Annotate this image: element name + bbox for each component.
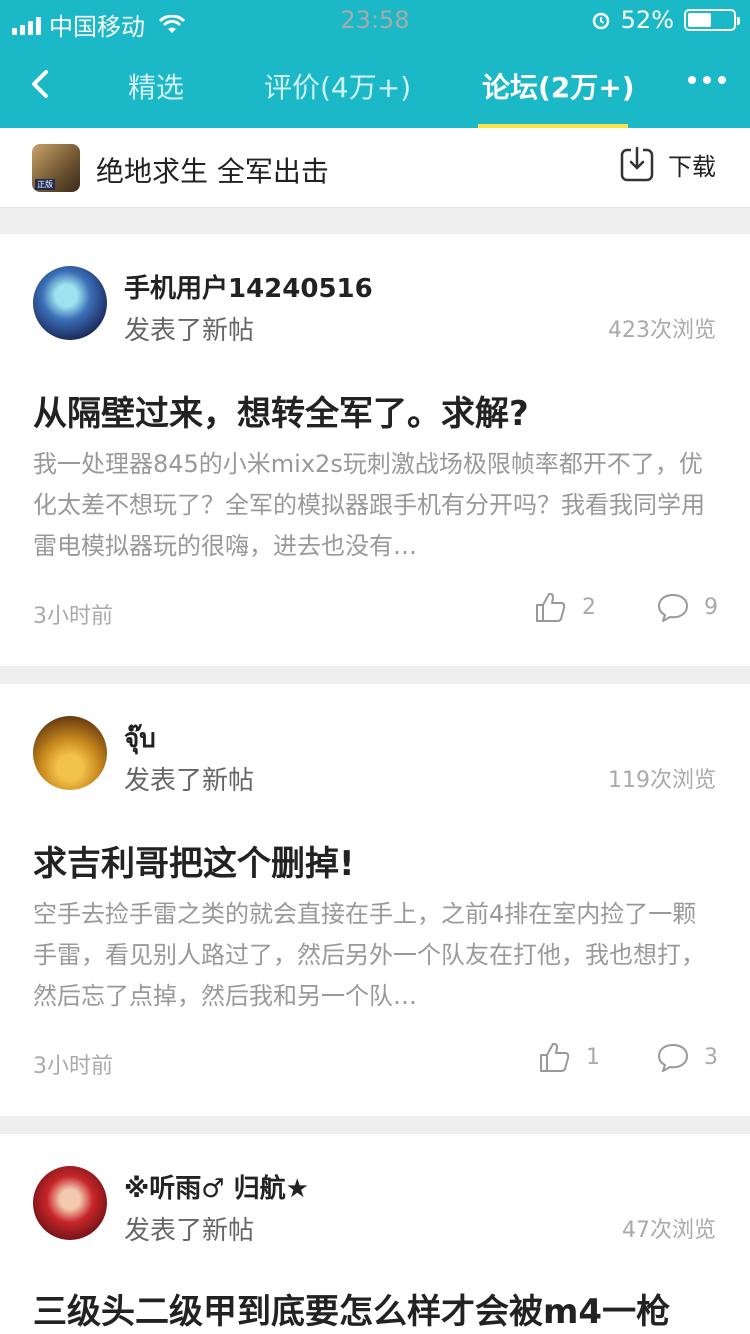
tab-featured[interactable]: 精选 bbox=[128, 66, 184, 106]
thumbs-up-icon bbox=[540, 1042, 570, 1072]
post-excerpt[interactable]: 空手去捡手雷之类的就会直接在手上，之前4排在室内捡了一颗手雷，看见别人路过了，然… bbox=[33, 894, 717, 1017]
post-card[interactable]: จุ๊บ 发表了新帖 119次浏览 求吉利哥把这个删掉! 空手去捡手雷之类的就会… bbox=[0, 684, 750, 1116]
view-count: 47次浏览 bbox=[622, 1218, 716, 1243]
comment-button[interactable]: 9 bbox=[656, 590, 718, 624]
post-title[interactable]: 求吉利哥把这个删掉! bbox=[33, 836, 355, 885]
post-excerpt[interactable]: 我一处理器845的小米mix2s玩刺激战场极限帧率都开不了，优化太差不想玩了？全… bbox=[33, 444, 717, 567]
tab-reviews[interactable]: 评价(4万+) bbox=[264, 66, 411, 106]
comment-icon bbox=[658, 1044, 688, 1072]
post-action: 发表了新帖 bbox=[124, 316, 255, 346]
comment-button[interactable]: 3 bbox=[656, 1040, 718, 1074]
battery-percent: 52% bbox=[620, 6, 674, 34]
avatar[interactable] bbox=[33, 266, 107, 340]
top-header: 中国移动 23:58 52% 精选 评价(4万+) 论坛(2万+) bbox=[0, 0, 750, 128]
status-bar: 中国移动 23:58 52% bbox=[0, 0, 750, 41]
comment-count: 9 bbox=[704, 594, 718, 620]
post-card[interactable]: 手机用户14240516 发表了新帖 423次浏览 从隔壁过来，想转全军了。求解… bbox=[0, 234, 750, 666]
app-icon[interactable]: 正版 bbox=[32, 144, 80, 192]
post-action: 发表了新帖 bbox=[124, 1216, 255, 1246]
app-icon-tag: 正版 bbox=[35, 179, 55, 190]
post-action: 发表了新帖 bbox=[124, 766, 255, 796]
battery-icon bbox=[684, 9, 740, 31]
comment-count: 3 bbox=[704, 1044, 718, 1070]
post-title[interactable]: 从隔壁过来，想转全军了。求解? bbox=[33, 386, 529, 435]
username[interactable]: จุ๊บ bbox=[124, 718, 156, 759]
username[interactable]: 手机用户14240516 bbox=[124, 268, 373, 305]
post-time: 3小时前 bbox=[33, 604, 113, 629]
more-menu-icon[interactable] bbox=[688, 76, 726, 84]
thumbs-up-icon bbox=[536, 592, 566, 622]
tab-forum[interactable]: 论坛(2万+) bbox=[482, 66, 635, 106]
download-icon bbox=[620, 146, 654, 182]
avatar[interactable] bbox=[33, 716, 107, 790]
back-arrow-icon[interactable] bbox=[22, 60, 62, 108]
like-button[interactable]: 1 bbox=[538, 1040, 600, 1074]
view-count: 423次浏览 bbox=[608, 318, 716, 343]
post-time: 3小时前 bbox=[33, 1054, 113, 1079]
download-button[interactable]: 下载 bbox=[620, 146, 716, 182]
app-info-bar: 正版 绝地求生 全军出击 下载 bbox=[0, 128, 750, 208]
view-count: 119次浏览 bbox=[608, 768, 716, 793]
alarm-icon bbox=[592, 12, 609, 30]
comment-icon bbox=[658, 594, 688, 622]
navigation-bar: 精选 评价(4万+) 论坛(2万+) bbox=[0, 40, 750, 128]
battery-fill bbox=[688, 13, 711, 27]
post-card[interactable]: ※听雨♂ 归航★ 发表了新帖 47次浏览 三级头二级甲到底要怎么样才会被m4一枪 bbox=[0, 1134, 750, 1334]
post-title[interactable]: 三级头二级甲到底要怎么样才会被m4一枪 bbox=[33, 1284, 670, 1333]
like-count: 2 bbox=[582, 594, 596, 620]
download-label: 下载 bbox=[668, 152, 716, 181]
app-name: 绝地求生 全军出击 bbox=[96, 155, 329, 188]
like-count: 1 bbox=[586, 1044, 600, 1070]
username[interactable]: ※听雨♂ 归航★ bbox=[124, 1168, 309, 1205]
avatar[interactable] bbox=[33, 1166, 107, 1240]
like-button[interactable]: 2 bbox=[534, 590, 596, 624]
